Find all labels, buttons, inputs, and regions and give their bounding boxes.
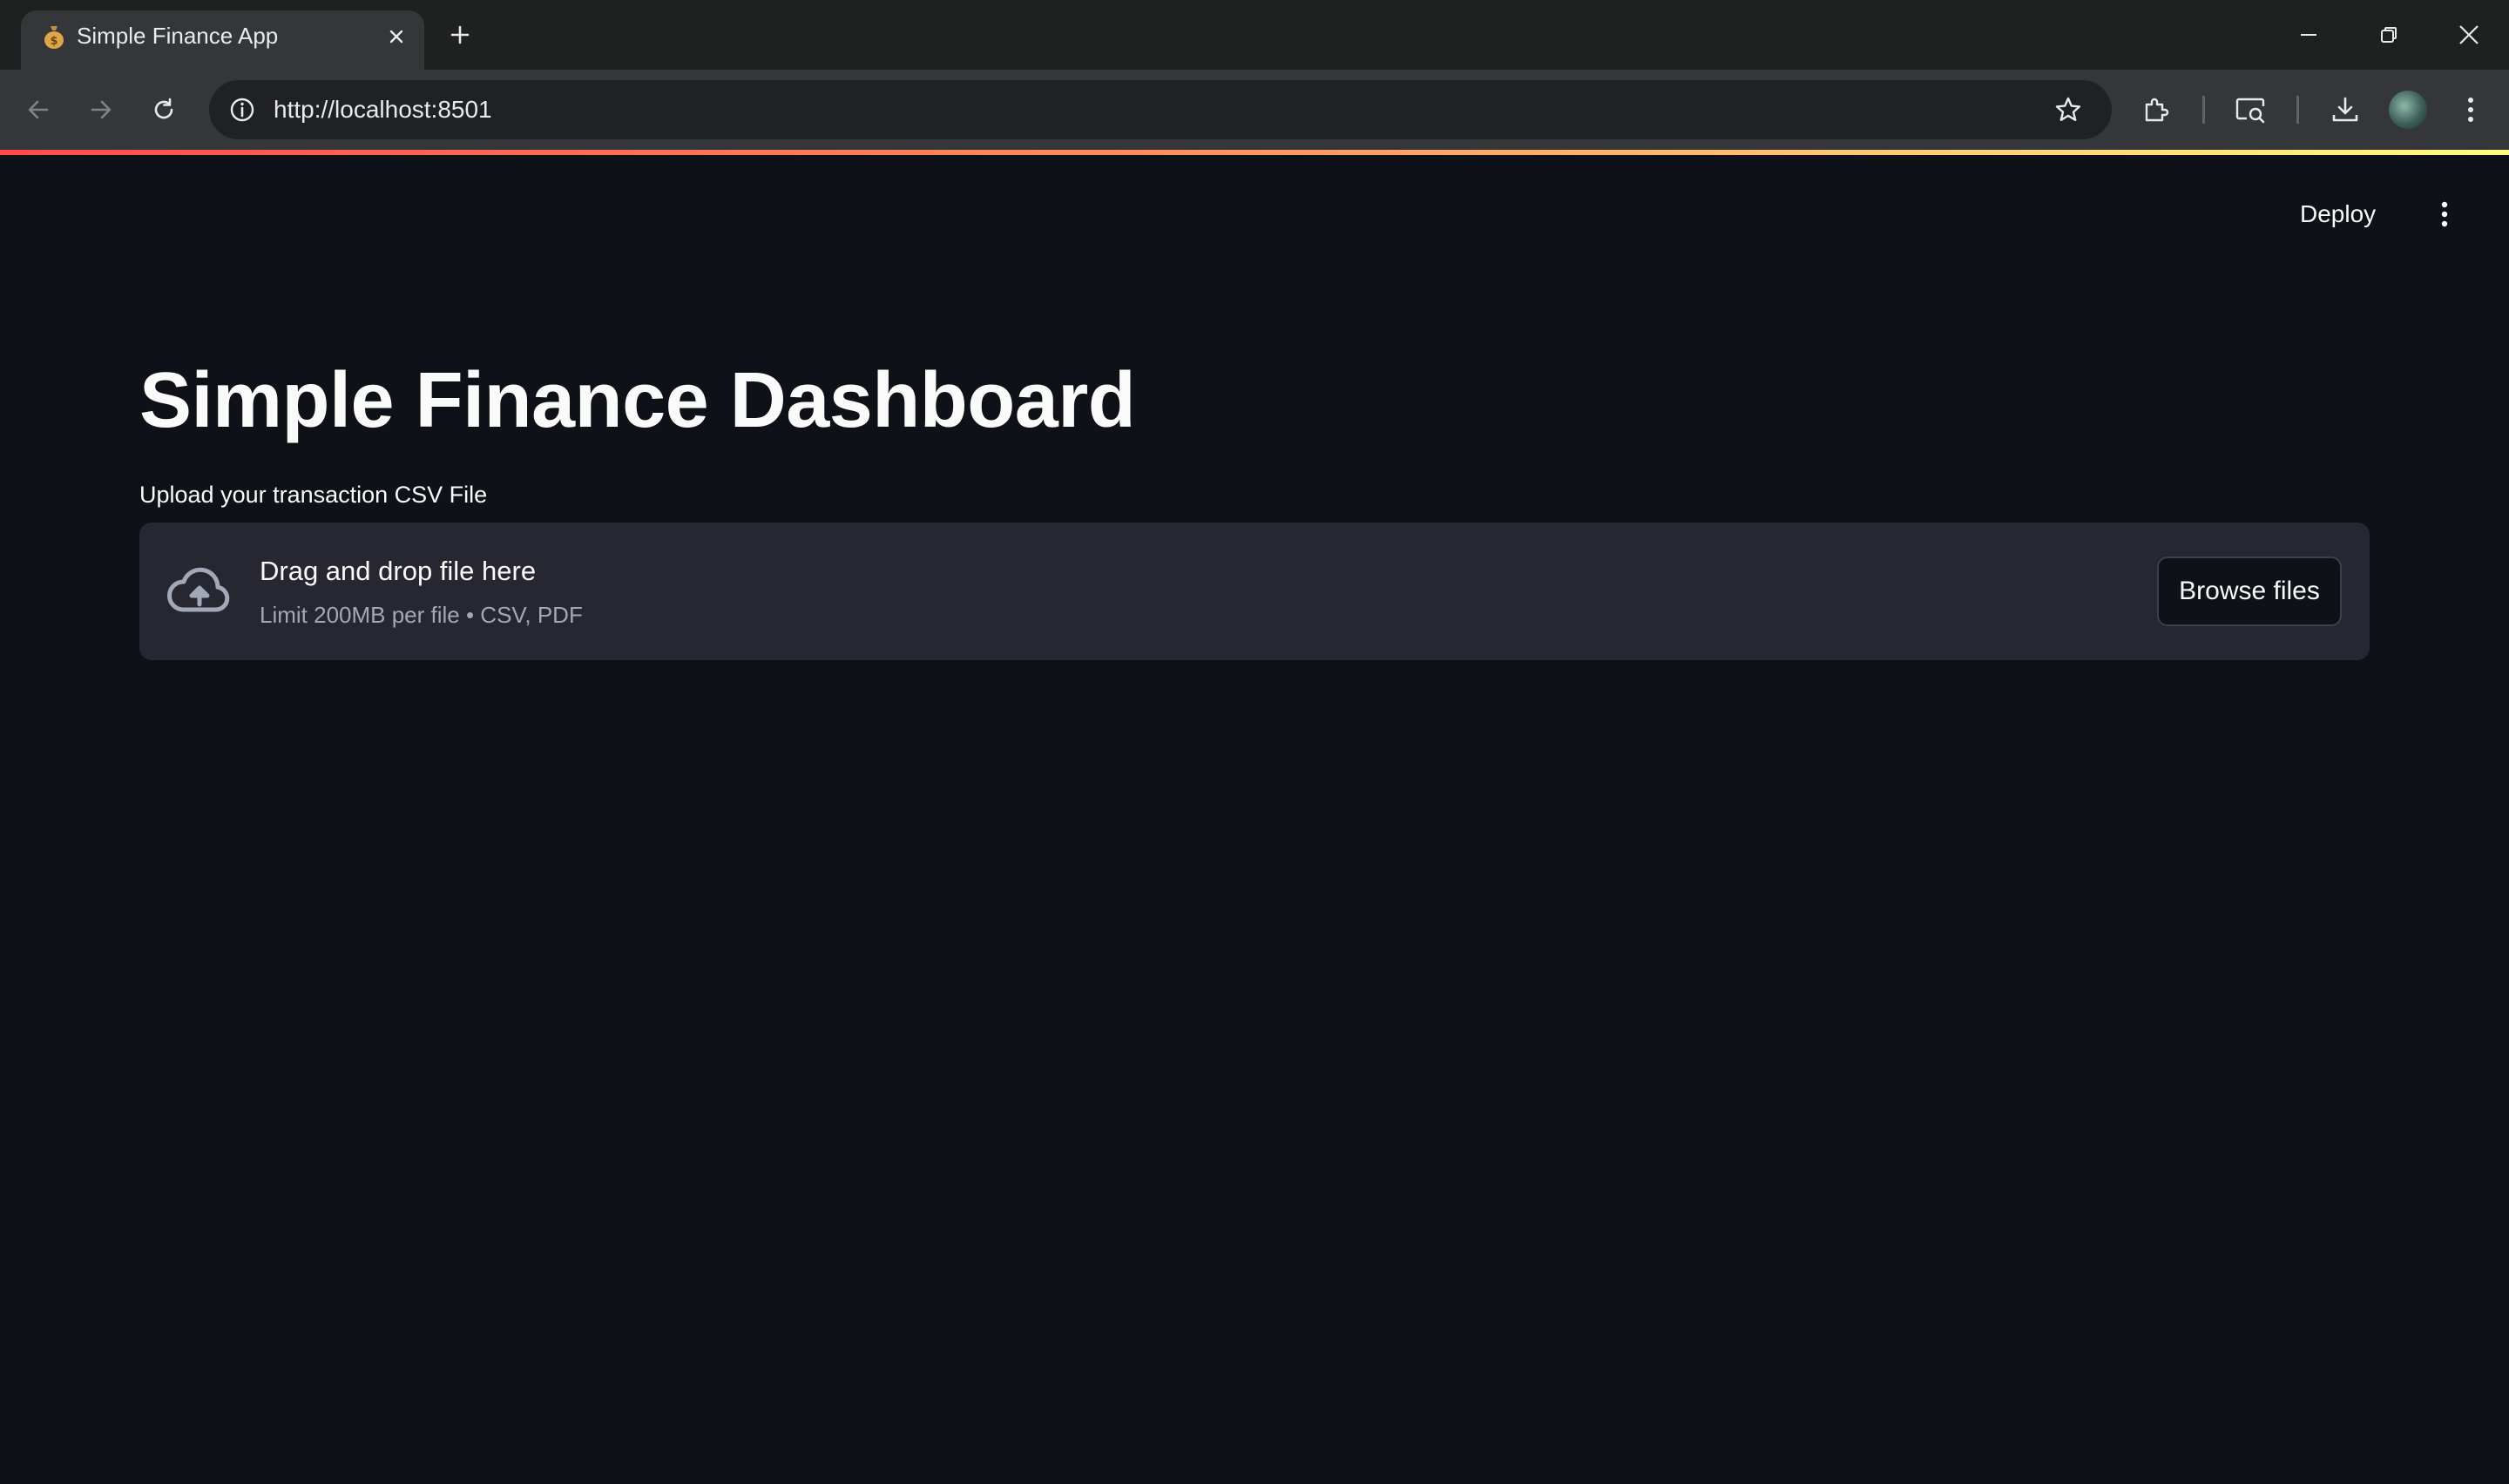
- reload-icon: [154, 98, 173, 119]
- page-search-button[interactable]: [2230, 89, 2272, 131]
- bookmark-star-icon[interactable]: [2049, 91, 2087, 129]
- browser-tab[interactable]: $ Simple Finance App: [21, 10, 424, 70]
- back-button[interactable]: [17, 89, 59, 131]
- url-text[interactable]: http://localhost:8501: [274, 94, 492, 125]
- address-bar[interactable]: http://localhost:8501: [209, 80, 2112, 139]
- tab-title: Simple Finance App: [77, 23, 279, 49]
- dropzone-file-limit: Limit 200MB per file • CSV, PDF: [260, 602, 583, 628]
- arrow-left-icon: [28, 100, 49, 119]
- downloads-button[interactable]: [2324, 89, 2366, 131]
- minimize-window-button[interactable]: [2286, 12, 2331, 57]
- minimize-icon: [2301, 34, 2316, 36]
- browser-tab-bar: $ Simple Finance App: [0, 0, 2509, 70]
- uploader-label: Upload your transaction CSV File: [139, 482, 488, 508]
- close-tab-icon[interactable]: [381, 21, 412, 52]
- arrow-right-icon: [91, 100, 112, 119]
- money-bag-icon: $: [40, 23, 68, 51]
- file-dropzone[interactable]: Drag and drop file here Limit 200MB per …: [139, 523, 2370, 660]
- screen-search-icon: [2235, 98, 2265, 124]
- site-info-icon[interactable]: [225, 92, 260, 127]
- page-title: Simple Finance Dashboard: [139, 357, 1136, 444]
- restore-window-button[interactable]: [2366, 12, 2411, 57]
- plus-icon: [450, 25, 470, 44]
- more-vertical-icon: [2468, 98, 2473, 122]
- download-icon: [2332, 97, 2358, 122]
- close-window-button[interactable]: [2446, 12, 2492, 57]
- more-vertical-icon: [2441, 201, 2448, 227]
- extensions-button[interactable]: [2136, 89, 2178, 131]
- new-tab-button[interactable]: [443, 17, 477, 52]
- forward-button[interactable]: [80, 89, 122, 131]
- browser-menu-button[interactable]: [2450, 89, 2492, 131]
- reload-button[interactable]: [143, 89, 185, 131]
- svg-text:$: $: [50, 35, 57, 48]
- close-icon: [2459, 25, 2479, 44]
- profile-avatar[interactable]: [2389, 91, 2427, 129]
- puzzle-icon: [2145, 98, 2169, 122]
- browse-files-button[interactable]: Browse files: [2157, 556, 2342, 626]
- deploy-button[interactable]: Deploy: [2300, 197, 2376, 232]
- toolbar-divider: [2202, 96, 2205, 124]
- app-main-menu-button[interactable]: [2425, 195, 2464, 233]
- toolbar-divider: [2296, 96, 2299, 124]
- streamlit-header-decoration: [0, 150, 2509, 155]
- restore-icon: [2381, 27, 2397, 43]
- cloud-upload-icon: [167, 567, 230, 612]
- dropzone-instructions: Drag and drop file here: [260, 556, 537, 586]
- browser-toolbar: http://localhost:8501: [0, 70, 2509, 150]
